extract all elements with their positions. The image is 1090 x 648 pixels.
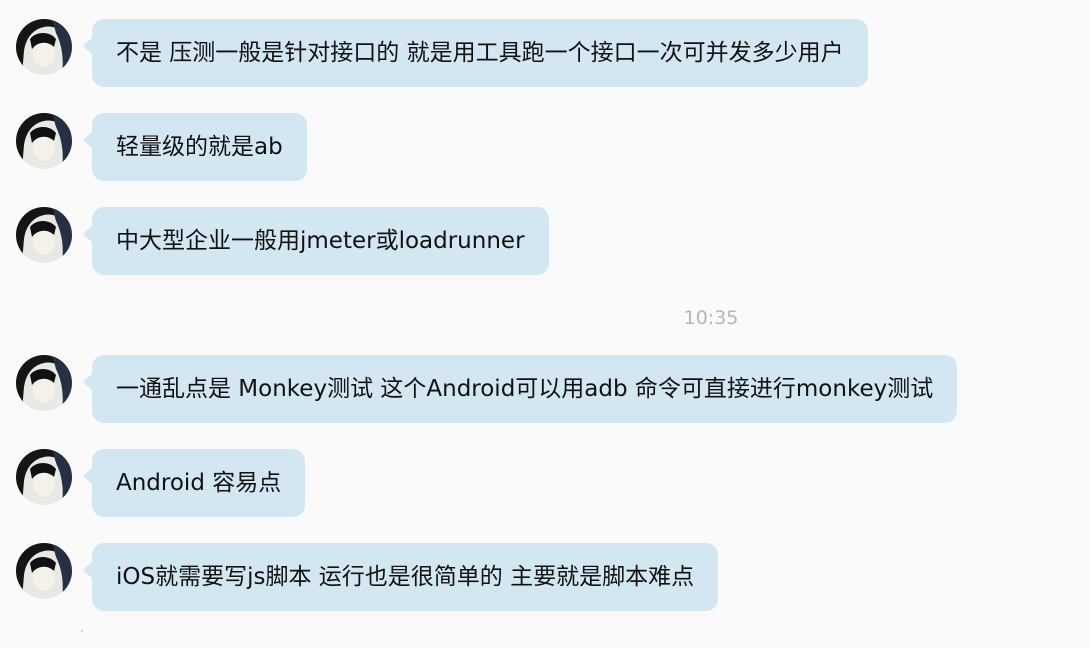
user-avatar[interactable] [16,19,72,75]
chat-area: 不是 压测一般是针对接口的 就是用工具跑一个接口一次可并发多少用户 轻量级的就是… [0,0,1090,648]
divider-dot [81,630,83,632]
user-avatar[interactable] [16,207,72,263]
user-avatar[interactable] [16,355,72,411]
timestamp: 10:35 [683,307,739,329]
message-bubble[interactable]: iOS就需要写js脚本 运行也是很简单的 主要就是脚本难点 [82,543,719,611]
message-bubble[interactable]: 不是 压测一般是针对接口的 就是用工具跑一个接口一次可并发多少用户 [83,19,868,87]
message-bubble[interactable]: Android 容易点 [82,449,306,517]
message-bubble[interactable]: 轻量级的就是ab [83,113,307,181]
message-bubble[interactable]: 一通乱点是 Monkey测试 这个Android可以用adb 命令可直接进行mo… [82,355,958,423]
user-avatar[interactable] [16,449,72,505]
user-avatar[interactable] [16,543,72,599]
user-avatar[interactable] [16,113,72,169]
message-bubble[interactable]: 中大型企业一般用jmeter或loadrunner [83,207,549,275]
